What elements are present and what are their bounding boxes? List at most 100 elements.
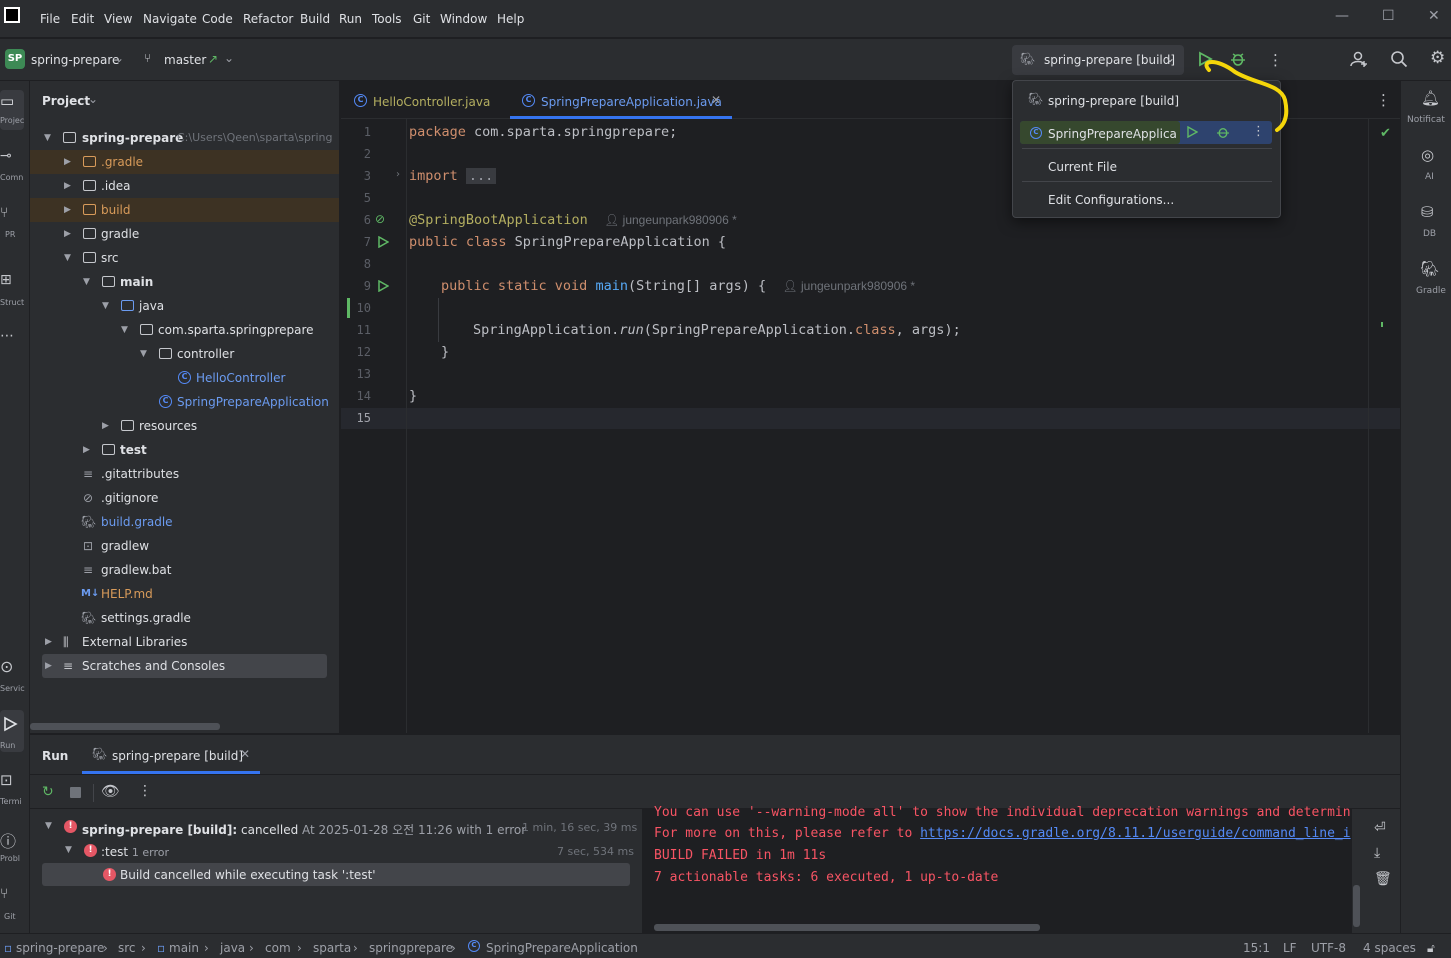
- project-badge[interactable]: SP: [5, 49, 25, 69]
- popup-item-edit-configurations[interactable]: Edit Configurations...: [1048, 193, 1174, 207]
- tree-item-help-md[interactable]: M↓ HELP.md: [30, 582, 339, 606]
- stripe-label-git[interactable]: Git: [4, 912, 16, 921]
- chevron-down-icon[interactable]: ⌄: [88, 92, 98, 106]
- run-tab-spring-prepare-build[interactable]: spring-prepare [build]: [112, 749, 243, 763]
- horizontal-scrollbar[interactable]: [30, 723, 220, 730]
- intellij-logo-icon[interactable]: [4, 7, 20, 23]
- stripe-label-run[interactable]: Run: [0, 741, 15, 750]
- file-encoding[interactable]: UTF-8: [1311, 941, 1346, 955]
- tree-item-gradle[interactable]: ▶ gradle: [30, 222, 339, 246]
- tree-item-gitattributes[interactable]: ≡ .gitattributes: [30, 462, 339, 486]
- code-line-7[interactable]: public class SpringPrepareApplication {: [409, 234, 726, 250]
- stripe-label-ai[interactable]: AI: [1425, 172, 1434, 182]
- gear-icon[interactable]: ⚙: [1430, 48, 1445, 68]
- breadcrumb-main[interactable]: main: [169, 941, 199, 955]
- popup-item-springprepareapplication[interactable]: SpringPrepareApplicati: [1048, 127, 1176, 141]
- search-icon[interactable]: [1390, 50, 1408, 68]
- close-window-icon[interactable]: ✕: [1428, 8, 1440, 24]
- add-user-icon[interactable]: [1350, 50, 1368, 68]
- breadcrumb-com[interactable]: com: [265, 941, 291, 955]
- tree-item-gradlew[interactable]: ⊡ gradlew: [30, 534, 339, 558]
- run-config-label[interactable]: spring-prepare [build]: [1044, 53, 1175, 67]
- run-gutter-icon[interactable]: [377, 236, 389, 248]
- tab-hellocontroller[interactable]: HelloController.java: [373, 95, 490, 109]
- folded-imports[interactable]: ...: [465, 168, 497, 184]
- breadcrumb-project[interactable]: spring-prepare: [16, 941, 104, 955]
- tree-root[interactable]: ▼ spring-prepare C:\Users\Qeen\sparta\sp…: [30, 126, 339, 150]
- menu-file[interactable]: File: [40, 12, 60, 26]
- scroll-to-end-icon[interactable]: ⤓: [1374, 845, 1380, 861]
- more-vertical-icon[interactable]: ⋮: [1376, 91, 1391, 109]
- more-vertical-icon[interactable]: ⋮: [138, 783, 152, 799]
- collapse-arrow-icon[interactable]: ▼: [65, 845, 72, 855]
- trash-icon[interactable]: 🗑︎: [1374, 871, 1392, 887]
- stripe-label-project[interactable]: Projec: [0, 116, 24, 125]
- minimize-icon[interactable]: —: [1335, 8, 1349, 24]
- code-line-12[interactable]: }: [441, 344, 449, 360]
- tree-item-scratches[interactable]: ▶ ≡ Scratches and Consoles: [42, 654, 327, 678]
- tree-item-springprepareapplication[interactable]: C SpringPrepareApplication: [30, 390, 339, 414]
- breadcrumb-java[interactable]: java: [220, 941, 245, 955]
- code-line-14[interactable]: }: [409, 388, 417, 404]
- tree-item-external-libraries[interactable]: ▶ ⫼ External Libraries: [30, 630, 339, 654]
- popup-item-spring-prepare-build[interactable]: spring-prepare [build]: [1048, 94, 1179, 108]
- console-vertical-scrollbar[interactable]: [1353, 885, 1360, 927]
- collapse-arrow-icon[interactable]: ▼: [45, 821, 52, 831]
- project-selector[interactable]: spring-prepare: [31, 53, 119, 67]
- line-separator[interactable]: LF: [1283, 941, 1297, 955]
- eye-icon[interactable]: 👁︎: [101, 782, 120, 800]
- stripe-label-notifications[interactable]: Notificat: [1407, 115, 1445, 125]
- breadcrumb-src[interactable]: src: [118, 941, 136, 955]
- menu-navigate[interactable]: Navigate: [143, 12, 197, 26]
- tree-item-build[interactable]: ▶ build: [30, 198, 339, 222]
- maximize-icon[interactable]: ☐: [1382, 8, 1395, 24]
- code-line-1[interactable]: package com.sparta.springprepare;: [409, 124, 677, 140]
- tree-item-src[interactable]: ▼ src: [30, 246, 339, 270]
- tree-item-test[interactable]: ▶ test: [30, 438, 339, 462]
- code-line-11[interactable]: SpringApplication.run(SpringPrepareAppli…: [473, 322, 961, 338]
- build-cancelled-node[interactable]: Build cancelled while executing task ':t…: [120, 868, 376, 882]
- tree-item-package[interactable]: ▼ com.sparta.springprepare: [30, 318, 339, 342]
- menu-edit[interactable]: Edit: [71, 12, 94, 26]
- stop-icon[interactable]: [70, 787, 81, 798]
- tree-item-gradle-dot[interactable]: ▶ .gradle: [30, 150, 339, 174]
- branch-selector[interactable]: master: [164, 53, 206, 67]
- chevron-down-icon[interactable]: ⌄: [224, 51, 234, 65]
- close-tab-icon[interactable]: ✕: [711, 93, 721, 107]
- menu-window[interactable]: Window: [440, 12, 487, 26]
- menu-git[interactable]: Git: [413, 12, 430, 26]
- popup-item-current-file[interactable]: Current File: [1048, 160, 1117, 174]
- menu-refactor[interactable]: Refactor: [243, 12, 293, 26]
- breadcrumb-sparta[interactable]: sparta: [313, 941, 351, 955]
- indent-setting[interactable]: 4 spaces: [1363, 941, 1416, 955]
- docs-link[interactable]: https://docs.gradle.org/8.11.1/userguide…: [920, 826, 1350, 841]
- tree-item-controller[interactable]: ▼ controller: [30, 342, 339, 366]
- stripe-label-commit[interactable]: Comn: [0, 173, 23, 182]
- unlock-icon[interactable]: 🔓︎: [1427, 941, 1435, 956]
- project-panel-title[interactable]: Project: [42, 94, 90, 108]
- menu-tools[interactable]: Tools: [372, 12, 402, 26]
- code-line-6[interactable]: @SpringBootApplication 👤︎ jungeunpark980…: [409, 212, 737, 228]
- menu-build[interactable]: Build: [300, 12, 330, 26]
- build-result-node[interactable]: spring-prepare [build]: cancelled At 202…: [82, 821, 526, 838]
- tab-springprepareapplication[interactable]: SpringPrepareApplication.java: [541, 95, 722, 109]
- test-task-node[interactable]: :test 1 error: [101, 845, 169, 859]
- stripe-label-pr[interactable]: PR: [5, 230, 15, 239]
- soft-wrap-icon[interactable]: ⏎: [1374, 820, 1386, 836]
- stripe-label-services[interactable]: Servic: [0, 684, 25, 693]
- tree-item-hellocontroller[interactable]: C HelloController: [30, 366, 339, 390]
- tree-item-idea[interactable]: ▶ .idea: [30, 174, 339, 198]
- stripe-label-structure[interactable]: Struct: [0, 298, 24, 307]
- tree-item-gitignore[interactable]: ⊘ .gitignore: [30, 486, 339, 510]
- fold-expand-icon[interactable]: ›: [396, 169, 400, 180]
- stripe-label-gradle[interactable]: Gradle: [1416, 286, 1446, 296]
- rerun-icon[interactable]: ↻: [42, 784, 54, 800]
- tree-item-build-gradle[interactable]: 🐘︎ build.gradle: [30, 510, 339, 534]
- menu-code[interactable]: Code: [202, 12, 233, 26]
- tree-item-settings-gradle[interactable]: 🐘︎ settings.gradle: [30, 606, 339, 630]
- stripe-label-problems[interactable]: Probl: [0, 854, 20, 863]
- stripe-label-terminal[interactable]: Termi: [0, 797, 22, 806]
- close-tab-icon[interactable]: ✕: [240, 747, 250, 761]
- chevron-down-icon[interactable]: ⌄: [114, 51, 124, 65]
- breadcrumb-springprepare[interactable]: springprepare: [369, 941, 453, 955]
